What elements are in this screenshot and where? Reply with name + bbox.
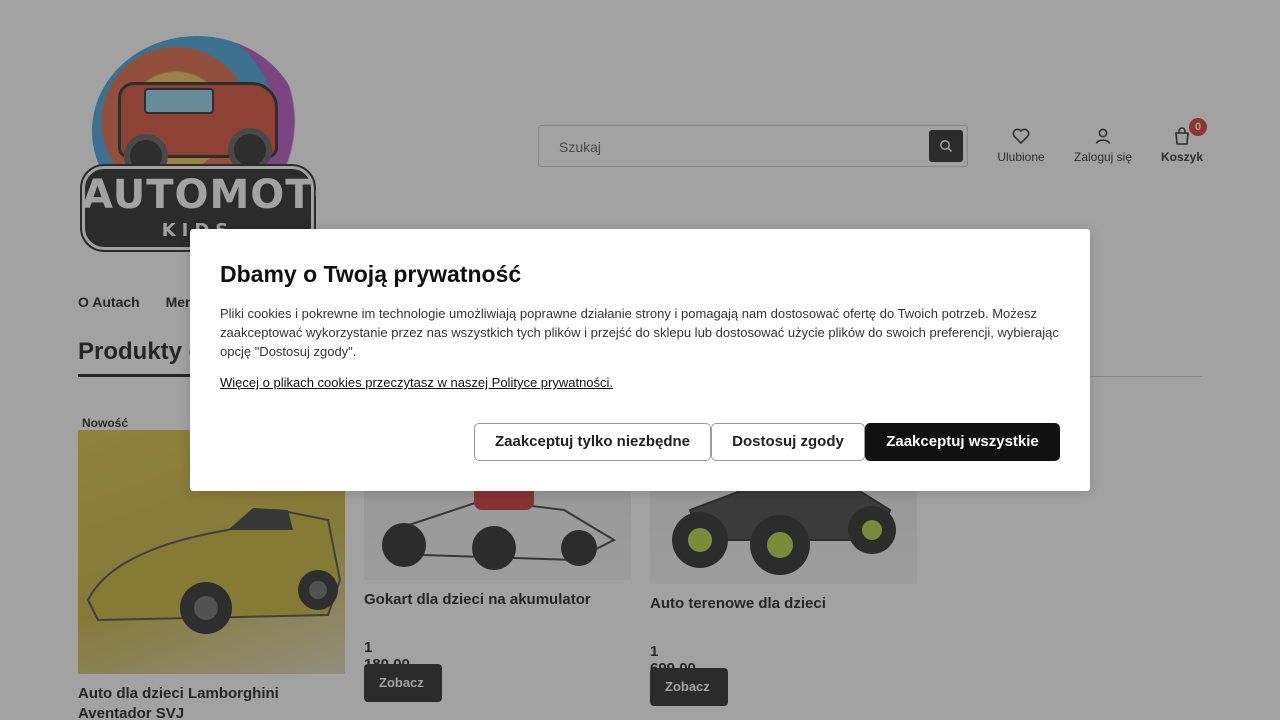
- cookie-dialog-title: Dbamy o Twoją prywatność: [220, 261, 522, 287]
- customize-consent-button[interactable]: Dostosuj zgody: [711, 423, 865, 461]
- cookie-dialog-text: Pliki cookies i pokrewne im technologie …: [220, 306, 1059, 359]
- accept-necessary-button[interactable]: Zaakceptuj tylko niezbędne: [474, 423, 711, 461]
- cookie-consent-dialog: Dbamy o Twoją prywatność Pliki cookies i…: [190, 229, 1090, 491]
- privacy-policy-link[interactable]: Więcej o plikach cookies przeczytasz w n…: [220, 375, 613, 390]
- page: AUTOMOTO KIDS Ulubione Zaloguj się Koszy: [0, 0, 1280, 720]
- accept-all-button[interactable]: Zaakceptuj wszystkie: [865, 423, 1060, 461]
